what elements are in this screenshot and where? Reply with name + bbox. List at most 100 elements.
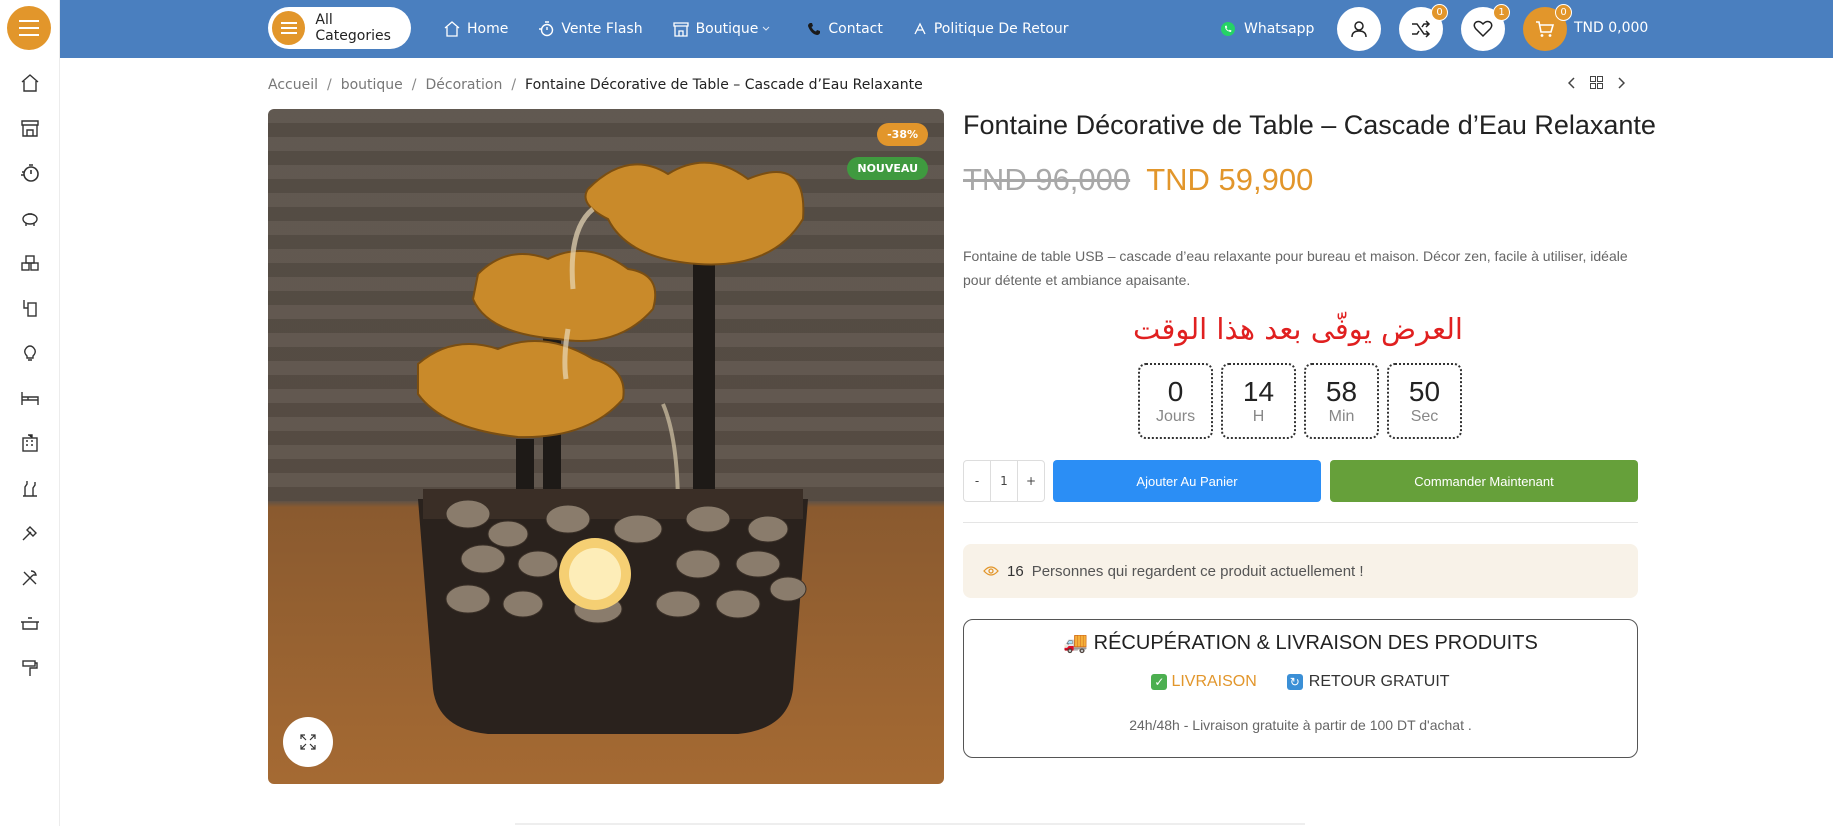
qty-minus-button[interactable]: - bbox=[964, 474, 990, 488]
sidebar-tools-icon[interactable] bbox=[0, 555, 60, 600]
grid-icon[interactable] bbox=[1590, 76, 1603, 89]
sidebar-flash-timer-icon[interactable] bbox=[0, 150, 60, 195]
product-price: TND 96,000 TND 59,900 bbox=[963, 162, 1313, 198]
wishlist-button[interactable]: 1 bbox=[1461, 4, 1510, 51]
nav-contact[interactable]: Contact bbox=[807, 21, 883, 37]
whatsapp-label: Whatsapp bbox=[1244, 21, 1315, 37]
shuffle-icon bbox=[1412, 20, 1431, 38]
breadcrumb-boutique[interactable]: boutique bbox=[341, 77, 403, 93]
cart-total[interactable]: TND 0,000 bbox=[1574, 20, 1648, 36]
hamburger-icon bbox=[19, 20, 39, 36]
free-return-label: RETOUR GRATUIT bbox=[1308, 673, 1450, 690]
offer-countdown-title: العرض يوفّى بعد هذا الوقت bbox=[1133, 312, 1463, 346]
all-categories-button[interactable]: All Categories bbox=[268, 7, 411, 49]
main-nav: Home Vente Flash Boutique Contact Politi… bbox=[444, 0, 1099, 58]
breadcrumb-decoration[interactable]: Décoration bbox=[426, 77, 503, 93]
breadcrumb: Accueil / boutique / Décoration / Fontai… bbox=[268, 77, 923, 93]
sidebar-bed-icon[interactable] bbox=[0, 375, 60, 420]
viewers-count: 16 bbox=[1007, 562, 1024, 580]
sidebar-building-icon[interactable] bbox=[0, 420, 60, 465]
delivery-info-box: 🚚 RÉCUPÉRATION & LIVRAISON DES PRODUITS … bbox=[963, 619, 1638, 758]
breadcrumb-separator: / bbox=[511, 77, 517, 93]
chevron-left-icon[interactable] bbox=[1568, 76, 1576, 89]
compare-button[interactable]: 0 bbox=[1399, 4, 1448, 51]
sidebar-home-icon[interactable] bbox=[0, 60, 60, 105]
countdown-days: 0 Jours bbox=[1138, 363, 1213, 439]
vertical-category-sidebar bbox=[0, 0, 60, 826]
heart-icon bbox=[1473, 20, 1493, 38]
return-icon bbox=[914, 22, 926, 35]
sidebar-phone-charger-icon[interactable] bbox=[0, 285, 60, 330]
add-to-cart-button[interactable]: Ajouter Au Panier bbox=[1053, 460, 1321, 502]
wishlist-count-badge: 1 bbox=[1493, 4, 1510, 21]
sidebar-flashlight-icon[interactable] bbox=[0, 510, 60, 555]
delivery-option-label: LIVRAISON bbox=[1171, 673, 1257, 690]
sidebar-piggy-bank-icon[interactable] bbox=[0, 195, 60, 240]
live-viewers-notice: 16 Personnes qui regardent ce produit ac… bbox=[963, 544, 1638, 598]
nav-vente-flash[interactable]: Vente Flash bbox=[538, 21, 643, 37]
countdown-value: 50 bbox=[1408, 376, 1441, 407]
menu-burger-button[interactable] bbox=[7, 6, 51, 50]
chevron-down-icon bbox=[763, 26, 770, 31]
nav-politique-retour[interactable]: Politique De Retour bbox=[913, 21, 1069, 37]
sidebar-store-icon[interactable] bbox=[0, 105, 60, 150]
countdown-timer: 0 Jours 14 H 58 Min 50 Sec bbox=[1138, 363, 1462, 439]
sidebar-paint-roller-icon[interactable] bbox=[0, 645, 60, 690]
account-button[interactable] bbox=[1337, 7, 1381, 51]
countdown-label: Jours bbox=[1155, 408, 1196, 425]
product-title: Fontaine Décorative de Table – Cascade d… bbox=[963, 110, 1656, 140]
eye-icon bbox=[983, 566, 999, 576]
sidebar-lightbulb-icon[interactable] bbox=[0, 330, 60, 375]
qty-plus-button[interactable]: + bbox=[1018, 474, 1044, 488]
product-image[interactable]: -38% NOUVEAU bbox=[268, 109, 944, 784]
cart-icon bbox=[1536, 21, 1555, 37]
free-return-option: ↻ RETOUR GRATUIT bbox=[1286, 673, 1450, 691]
section-divider bbox=[515, 823, 1305, 825]
sidebar-kitchen-pot-icon[interactable] bbox=[0, 600, 60, 645]
divider bbox=[963, 522, 1638, 523]
flash-timer-icon bbox=[539, 21, 554, 37]
delivery-note: 24h/48h - Livraison gratuite à partir de… bbox=[1129, 717, 1472, 733]
sidebar-boxes-icon[interactable] bbox=[0, 240, 60, 285]
countdown-value: 58 bbox=[1325, 376, 1358, 407]
sale-badge: -38% bbox=[877, 123, 928, 146]
expand-icon bbox=[300, 734, 316, 750]
breadcrumb-separator: / bbox=[327, 77, 332, 93]
delivery-options: ✓ LIVRAISON ↻ RETOUR GRATUIT bbox=[964, 673, 1637, 691]
chevron-right-icon[interactable] bbox=[1617, 76, 1625, 89]
delivery-title: 🚚 RÉCUPÉRATION & LIVRAISON DES PRODUITS bbox=[1063, 632, 1538, 654]
nav-boutique[interactable]: Boutique bbox=[672, 21, 778, 37]
cart-count-badge: 0 bbox=[1555, 4, 1572, 21]
countdown-label: H bbox=[1252, 408, 1265, 425]
nav-home-label: Home bbox=[467, 21, 509, 37]
zoom-button[interactable] bbox=[283, 717, 333, 767]
hamburger-icon bbox=[272, 11, 306, 45]
new-badge: NOUVEAU bbox=[847, 157, 928, 180]
refresh-icon: ↻ bbox=[1286, 674, 1303, 690]
whatsapp-link[interactable]: Whatsapp bbox=[1220, 0, 1314, 58]
countdown-value: 14 bbox=[1242, 376, 1275, 407]
nav-politique-retour-label: Politique De Retour bbox=[933, 21, 1069, 37]
all-categories-label: All Categories bbox=[315, 12, 391, 44]
nav-boutique-label: Boutique bbox=[695, 21, 759, 37]
checkmark-icon: ✓ bbox=[1151, 674, 1168, 690]
qty-input[interactable]: 1 bbox=[990, 461, 1018, 501]
countdown-seconds: 50 Sec bbox=[1387, 363, 1462, 439]
nav-home[interactable]: Home bbox=[444, 21, 508, 37]
breadcrumb-separator: / bbox=[411, 77, 417, 93]
countdown-hours: 14 H bbox=[1221, 363, 1296, 439]
countdown-minutes: 58 Min bbox=[1304, 363, 1379, 439]
order-now-button[interactable]: Commander Maintenant bbox=[1330, 460, 1638, 502]
breadcrumb-accueil[interactable]: Accueil bbox=[268, 77, 318, 93]
cart-button[interactable]: 0 bbox=[1523, 4, 1572, 51]
product-description: Fontaine de table USB – cascade d’eau re… bbox=[963, 248, 1628, 288]
whatsapp-icon bbox=[1221, 22, 1235, 36]
nav-vente-flash-label: Vente Flash bbox=[561, 21, 643, 37]
sidebar-bottles-icon[interactable] bbox=[0, 465, 60, 510]
phone-icon bbox=[808, 23, 821, 35]
delivery-option: ✓ LIVRAISON bbox=[1151, 673, 1257, 691]
countdown-label: Min bbox=[1328, 408, 1355, 425]
breadcrumb-current: Fontaine Décorative de Table – Cascade d… bbox=[525, 77, 923, 93]
top-header-bar: All Categories Home Vente Flash Boutique… bbox=[60, 0, 1833, 58]
fountain-illustration bbox=[417, 161, 808, 734]
